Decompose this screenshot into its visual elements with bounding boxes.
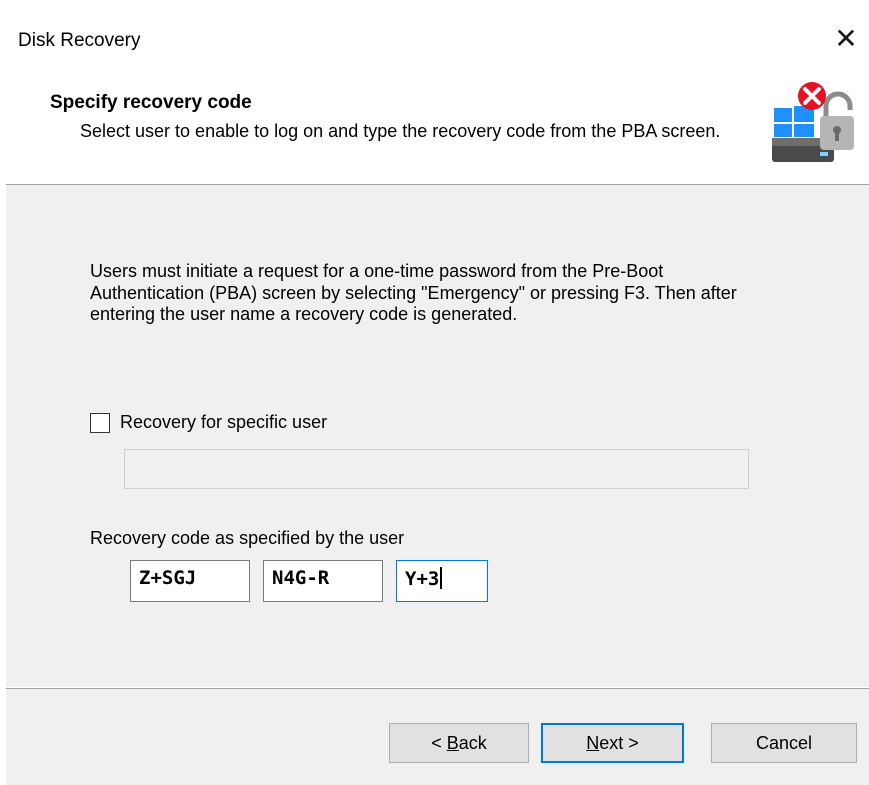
next-button-rest: ext > (599, 732, 639, 753)
intro-text: Users must initiate a request for a one-… (90, 261, 737, 325)
disk-lock-icon (772, 82, 854, 162)
close-button[interactable]: ✕ (826, 18, 866, 58)
back-button-prefix: < (431, 732, 447, 753)
recovery-code-2-value: N4G-R (272, 567, 330, 589)
next-button-mnemonic: N (586, 732, 600, 753)
back-button[interactable]: < Back (389, 723, 529, 763)
close-icon: ✕ (834, 22, 858, 54)
recovery-code-label: Recovery code as specified by the user (90, 528, 405, 548)
recovery-code-3-value: Y+3 (405, 568, 440, 590)
back-button-mnemonic: B (446, 732, 459, 753)
disk-recovery-dialog: Disk Recovery ✕ Specify recovery code Se… (0, 0, 869, 785)
user-name-field (124, 449, 749, 489)
specific-user-toggle[interactable]: Recovery for specific user (90, 412, 327, 433)
specific-user-label: Recovery for specific user (120, 412, 328, 432)
cancel-button[interactable]: Cancel (711, 723, 857, 763)
recovery-code-input-1[interactable]: Z+SGJ (130, 560, 250, 602)
recovery-code-input-2[interactable]: N4G-R (263, 560, 383, 602)
back-button-rest: ack (458, 732, 487, 753)
next-button[interactable]: Next > (541, 723, 684, 763)
window-title: Disk Recovery (18, 30, 141, 51)
recovery-code-input-3[interactable]: Y+3 (396, 560, 488, 602)
specific-user-checkbox[interactable] (90, 412, 110, 433)
header-title: Specify recovery code (50, 92, 252, 113)
header-subtitle: Select user to enable to log on and type… (80, 121, 721, 141)
recovery-code-1-value: Z+SGJ (139, 567, 197, 589)
text-caret (440, 567, 443, 589)
